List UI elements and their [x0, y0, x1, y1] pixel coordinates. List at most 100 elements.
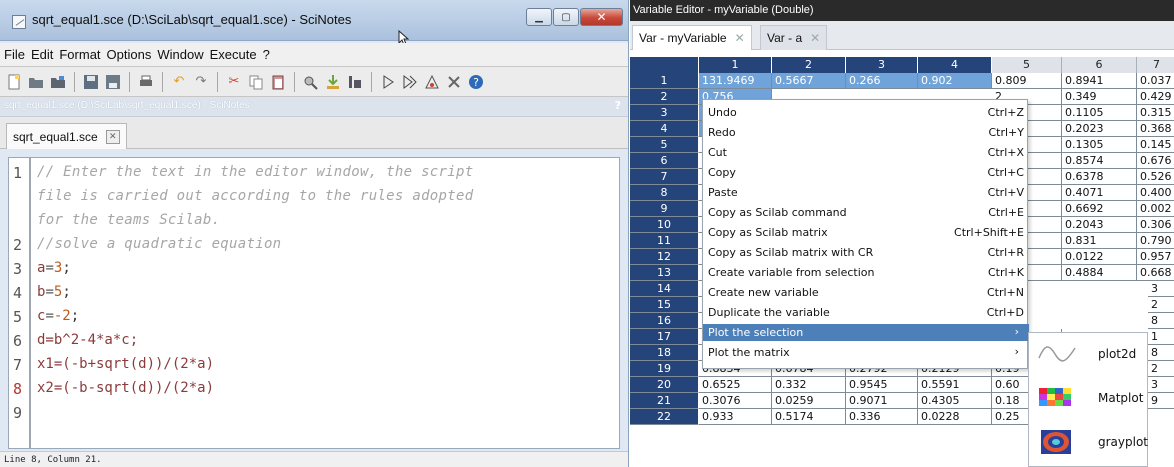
submenu-item-matplot[interactable]: Matplot [1029, 377, 1149, 421]
row-header[interactable]: 5 [630, 137, 699, 153]
tab-sqrt-equal1[interactable]: sqrt_equal1.sce ✕ [6, 123, 127, 149]
context-menu-item[interactable]: Cut Ctrl+X [703, 144, 1029, 161]
table-cell[interactable]: 0.336 [846, 409, 918, 425]
execute-file-icon[interactable] [345, 72, 365, 92]
table-cell[interactable]: 0.8574 [1062, 153, 1137, 169]
save-as-icon[interactable] [103, 72, 123, 92]
copy-icon[interactable] [246, 72, 266, 92]
menu-help[interactable]: ? [263, 47, 270, 62]
table-cell[interactable]: 0.933 [699, 409, 772, 425]
table-cell[interactable]: 0.6692 [1062, 201, 1137, 217]
row-header[interactable]: 4 [630, 121, 699, 137]
row-header[interactable]: 6 [630, 153, 699, 169]
table-cell[interactable]: 0.4884 [1062, 265, 1137, 281]
table-cell[interactable]: 0.831 [1062, 233, 1137, 249]
tab-close-icon[interactable]: ✕ [105, 129, 120, 144]
save-icon[interactable] [81, 72, 101, 92]
row-header[interactable]: 13 [630, 265, 699, 281]
scinotes-dockbar[interactable]: sqrt_equal1.sce (D:\SciLab\sqrt_equal1.s… [0, 97, 628, 117]
table-cell[interactable]: 0.6525 [699, 377, 772, 393]
table-cell[interactable]: 8 [1148, 313, 1174, 329]
context-menu-item[interactable]: Plot the matrix › [703, 344, 1029, 361]
context-menu-item[interactable]: Duplicate the variable Ctrl+D [703, 304, 1029, 321]
row-header[interactable]: 8 [630, 185, 699, 201]
row-header[interactable]: 10 [630, 217, 699, 233]
submenu-item-plot2d[interactable]: plot2d [1029, 333, 1149, 377]
row-header[interactable]: 1 [630, 73, 699, 89]
row-header[interactable]: 20 [630, 377, 699, 393]
table-cell[interactable]: 0.9071 [846, 393, 918, 409]
table-cell[interactable]: 0.0122 [1062, 249, 1137, 265]
table-cell[interactable]: 2 [1148, 361, 1174, 377]
column-header[interactable]: 7 [1137, 57, 1174, 73]
table-cell[interactable]: 0.6378 [1062, 169, 1137, 185]
table-cell[interactable]: 0.676 [1137, 153, 1174, 169]
load-execute-icon[interactable] [323, 72, 343, 92]
undo-icon[interactable]: ↶ [169, 72, 189, 92]
context-menu-item[interactable]: Copy as Scilab command Ctrl+E [703, 204, 1029, 221]
new-file-icon[interactable] [4, 72, 24, 92]
help-icon[interactable]: ? [466, 72, 486, 92]
submenu-item-grayplot[interactable]: grayplot [1029, 421, 1149, 465]
context-menu-item[interactable]: Copy as Scilab matrix Ctrl+Shift+E [703, 224, 1029, 241]
table-cell[interactable]: 0.809 [992, 73, 1062, 89]
context-menu-item[interactable]: Redo Ctrl+Y [703, 124, 1029, 141]
row-header[interactable]: 19 [630, 361, 699, 377]
table-cell[interactable]: 0.315 [1137, 105, 1174, 121]
table-cell[interactable]: 0.5174 [772, 409, 846, 425]
code-editor[interactable]: 1 // Enter the text in the editor window… [8, 157, 620, 449]
variable-editor-title[interactable]: Variable Editor - myVariable (Double) [630, 0, 1174, 21]
column-header[interactable]: 1 [699, 57, 772, 73]
redo-icon[interactable]: ↷ [191, 72, 211, 92]
row-header[interactable]: 15 [630, 297, 699, 313]
context-menu-item[interactable]: Undo Ctrl+Z [703, 104, 1029, 121]
table-cell[interactable]: 0.1305 [1062, 137, 1137, 153]
table-cell[interactable]: 0.0228 [918, 409, 992, 425]
table-cell[interactable]: 0.332 [772, 377, 846, 393]
table-cell[interactable]: 0.3076 [699, 393, 772, 409]
table-cell[interactable]: 9 [1148, 393, 1174, 409]
row-header[interactable]: 7 [630, 169, 699, 185]
table-cell[interactable]: 0.4305 [918, 393, 992, 409]
table-cell[interactable]: 0.037 [1137, 73, 1174, 89]
run-echo-icon[interactable] [400, 72, 420, 92]
maximize-button[interactable]: ▢ [553, 8, 579, 26]
tab-close-icon[interactable]: ✕ [810, 31, 820, 45]
context-menu-item[interactable]: Plot the selection › [703, 324, 1029, 341]
tools-icon[interactable] [444, 72, 464, 92]
column-header[interactable]: 3 [846, 57, 918, 73]
row-header[interactable]: 2 [630, 89, 699, 105]
table-cell[interactable]: 0.668 [1137, 265, 1174, 281]
column-header[interactable]: 2 [772, 57, 846, 73]
menu-options[interactable]: Options [107, 47, 152, 62]
table-cell[interactable]: 0.790 [1137, 233, 1174, 249]
row-header[interactable]: 9 [630, 201, 699, 217]
open-file-icon[interactable] [26, 72, 46, 92]
table-cell[interactable]: 0.9545 [846, 377, 918, 393]
context-menu-item[interactable]: Create variable from selection Ctrl+K [703, 264, 1029, 281]
row-header[interactable]: 22 [630, 409, 699, 425]
menu-execute[interactable]: Execute [210, 47, 257, 62]
table-cell[interactable]: 3 [1148, 377, 1174, 393]
row-header[interactable]: 17 [630, 329, 699, 345]
tab-var-a[interactable]: Var - a ✕ [760, 25, 828, 50]
table-cell[interactable]: 0.400 [1137, 185, 1174, 201]
table-cell[interactable]: 0.368 [1137, 121, 1174, 137]
row-header[interactable]: 11 [630, 233, 699, 249]
context-menu-item[interactable]: Create new variable Ctrl+N [703, 284, 1029, 301]
row-header[interactable]: 16 [630, 313, 699, 329]
row-header[interactable]: 3 [630, 105, 699, 121]
table-cell[interactable]: 0.2023 [1062, 121, 1137, 137]
column-header[interactable]: 5 [992, 57, 1062, 73]
row-header[interactable]: 12 [630, 249, 699, 265]
table-cell[interactable]: 0.5591 [918, 377, 992, 393]
row-header[interactable]: 18 [630, 345, 699, 361]
row-header[interactable]: 21 [630, 393, 699, 409]
table-cell[interactable]: 131.9469 [699, 73, 772, 89]
table-cell[interactable]: 0.0259 [772, 393, 846, 409]
table-cell[interactable]: 1 [1148, 329, 1174, 345]
context-menu-item[interactable]: Copy Ctrl+C [703, 164, 1029, 181]
table-cell[interactable]: 0.306 [1137, 217, 1174, 233]
scinotes-titlebar[interactable]: sqrt_equal1.sce (D:\SciLab\sqrt_equal1.s… [0, 0, 628, 46]
column-header[interactable]: 6 [1062, 57, 1137, 73]
